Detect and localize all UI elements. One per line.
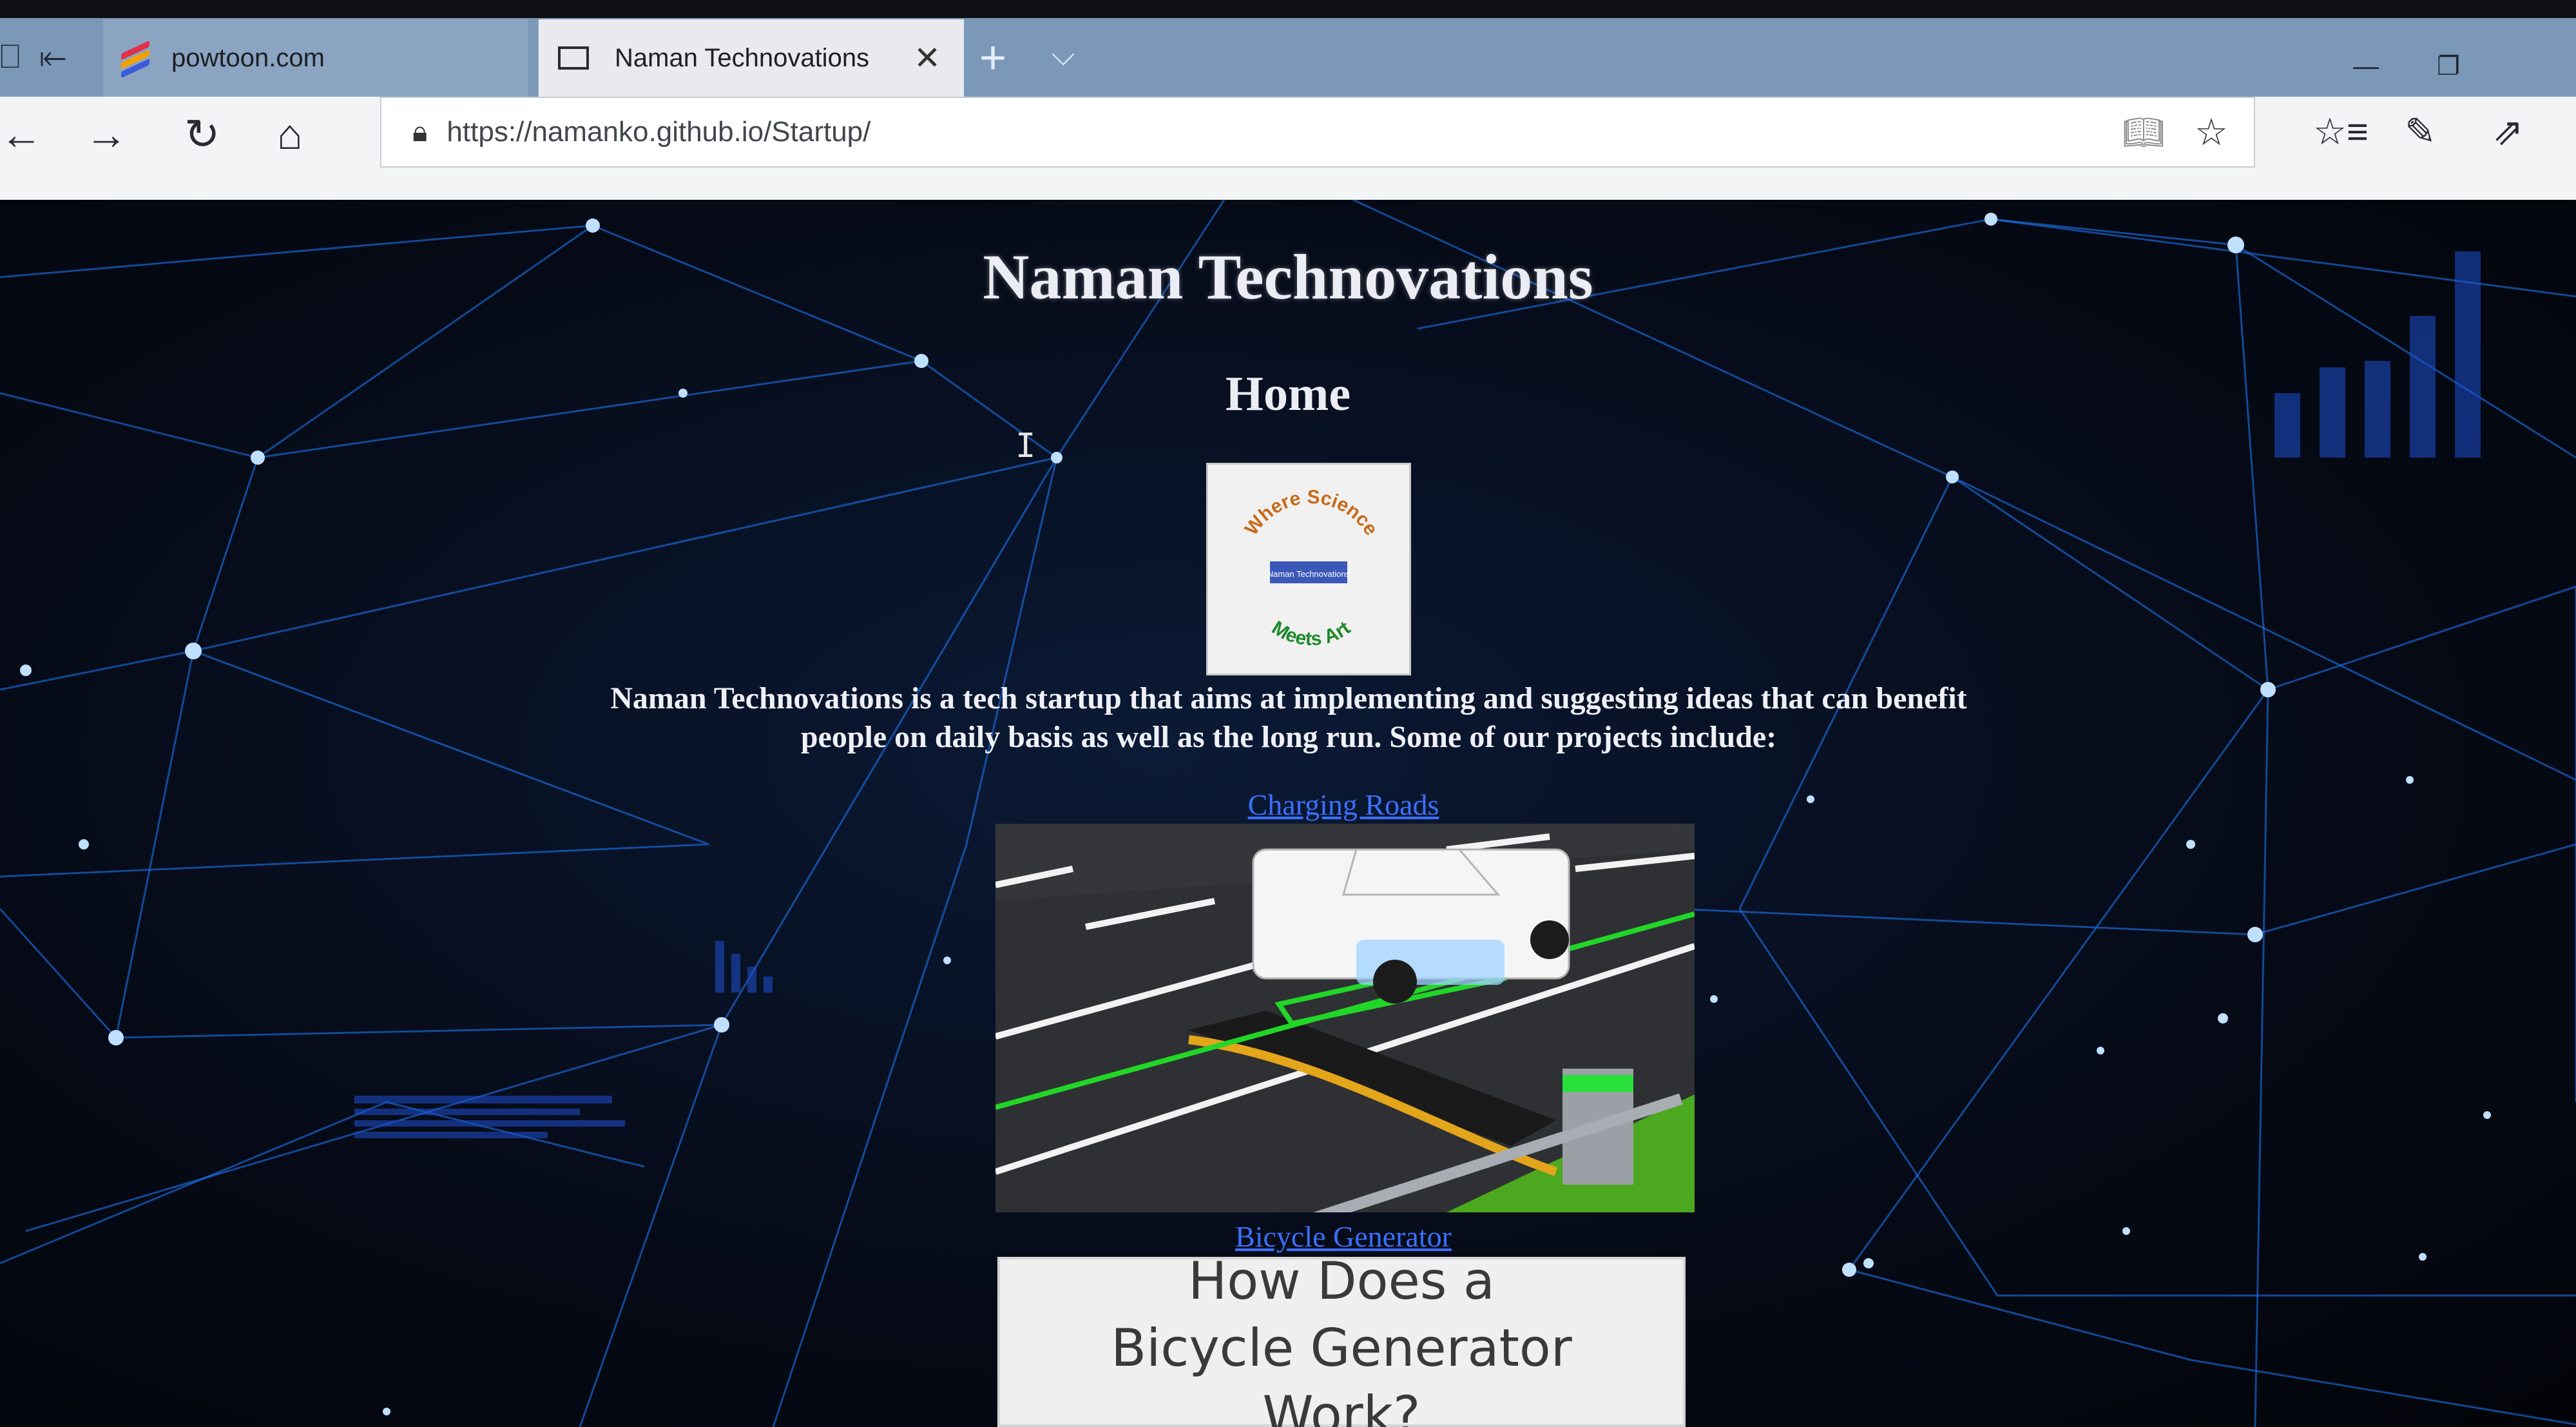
- svg-text:Where Science: Where Science: [1241, 487, 1382, 539]
- bicycle-thumbnail-text: How Does a Bicycle Generator Work?: [1111, 1251, 1572, 1427]
- page-heading: Home: [1225, 367, 1351, 421]
- web-page: Naman Technovations Home I Where Science…: [0, 200, 2576, 1427]
- logo-middle-text: Naman Technovations: [1267, 569, 1350, 579]
- tab-label: powtoon.com: [171, 43, 325, 72]
- logo-bottom-text: Meets Art: [1268, 617, 1354, 650]
- reading-view-icon[interactable]: 📖︎: [2122, 113, 2165, 152]
- favorite-star-icon[interactable]: ☆: [2195, 110, 2228, 154]
- share-icon[interactable]: ⇗: [2492, 110, 2524, 153]
- company-logo: Where Science Naman Technovations Meets …: [1206, 463, 1411, 675]
- logo-emblem-image: Where Science Naman Technovations Meets …: [1241, 487, 1382, 650]
- home-icon[interactable]: ⌂: [277, 110, 303, 159]
- site-title: Naman Technovations: [983, 241, 1593, 313]
- tab-naman-technovations[interactable]: Naman Technovations ✕: [538, 19, 964, 97]
- charging-roads-image[interactable]: [994, 824, 1696, 1236]
- text-cursor-icon: I: [1015, 427, 1036, 465]
- address-bar[interactable]: 🔒︎ https://namanko.github.io/Startup/ 📖︎…: [380, 97, 2255, 168]
- close-tab-icon[interactable]: ✕: [914, 39, 941, 77]
- window-controls: —❐: [2353, 52, 2518, 81]
- back-icon[interactable]: ←: [0, 110, 43, 159]
- charging-roads-illustration: [994, 824, 1696, 1236]
- forward-icon[interactable]: →: [85, 110, 128, 159]
- pen-icon[interactable]: ✎: [2405, 110, 2436, 153]
- url-text[interactable]: https://namanko.github.io/Startup/: [447, 116, 870, 148]
- tab-actions[interactable]: ⎕⇤: [0, 37, 86, 77]
- new-tab-icon[interactable]: +: [979, 29, 1006, 87]
- page-icon: [558, 46, 589, 70]
- logo-top-text: Where Science: [1241, 487, 1382, 539]
- tab-menu-chevron-icon[interactable]: ⌵: [1052, 37, 1075, 73]
- browser-nav-bar: ← → ↻ ⌂ 🔒︎ https://namanko.github.io/Sta…: [0, 97, 2576, 202]
- minimize-icon[interactable]: —: [2353, 52, 2437, 81]
- browser-tab-bar: ⎕⇤ powtoon.com Naman Technovations ✕ + ⌵…: [0, 0, 2576, 97]
- tab-label: Naman Technovations: [615, 43, 870, 72]
- svg-text:Meets Art: Meets Art: [1268, 617, 1354, 650]
- restore-icon[interactable]: ❐: [2437, 52, 2518, 81]
- set-aside-tabs-icon[interactable]: ⇤: [39, 38, 86, 75]
- lock-icon: 🔒︎: [412, 116, 428, 148]
- favorites-hub-icon[interactable]: ☆≡: [2313, 110, 2369, 153]
- charging-roads-link[interactable]: Charging Roads: [0, 788, 2576, 822]
- refresh-icon[interactable]: ↻: [184, 110, 220, 159]
- bicycle-generator-thumbnail[interactable]: How Does a Bicycle Generator Work?: [997, 1251, 1686, 1427]
- tab-powtoon[interactable]: powtoon.com: [103, 19, 528, 97]
- tab-preview-icon[interactable]: ⎕: [0, 38, 39, 75]
- powtoon-favicon-icon: [121, 40, 151, 79]
- intro-paragraph: Naman Technovations is a tech startup th…: [610, 681, 1967, 754]
